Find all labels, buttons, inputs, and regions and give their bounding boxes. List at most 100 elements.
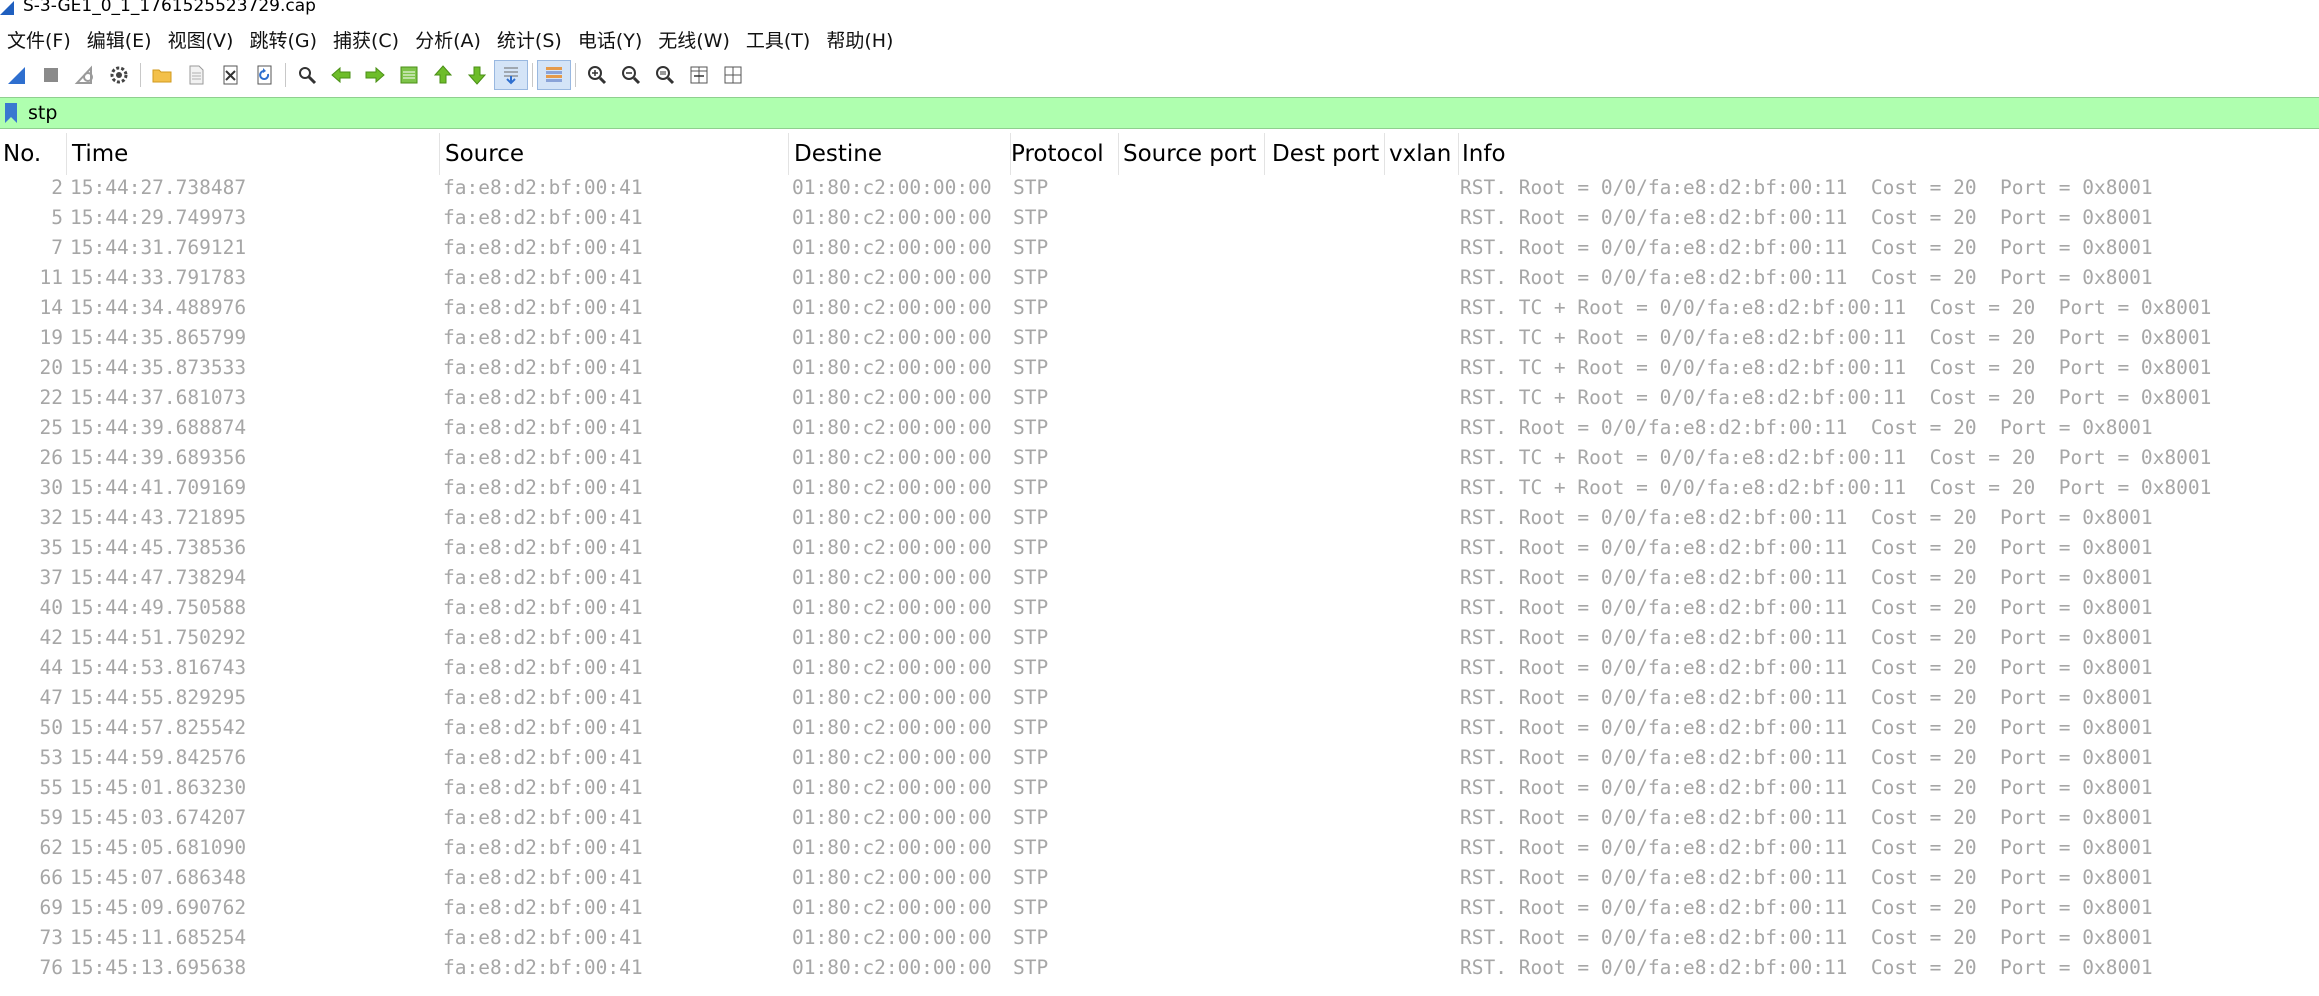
- column-header-no[interactable]: No.: [0, 133, 67, 175]
- go-back-arrow-icon[interactable]: [324, 60, 358, 90]
- packet-vxlan: [1385, 503, 1459, 533]
- menu-tools[interactable]: 工具(T): [738, 26, 818, 53]
- packet-row[interactable]: 66 15:45:07.686348 fa:e8:d2:bf:00:41 01:80:…: [0, 863, 2319, 893]
- packet-row[interactable]: 2 15:44:27.738487 fa:e8:d2:bf:00:41 01:80:c…: [0, 173, 2319, 203]
- packet-row[interactable]: 35 15:44:45.738536 fa:e8:d2:bf:00:41 01:80:…: [0, 533, 2319, 563]
- bookmark-icon[interactable]: [4, 102, 18, 124]
- packet-info: RST. Root = 0/0/fa:e8:d2:bf:00:11 Cost =…: [1460, 836, 2153, 859]
- colorize-icon[interactable]: [537, 60, 571, 90]
- packet-time: 15:44:27.738487: [70, 176, 247, 199]
- menu-analyze[interactable]: 分析(A): [407, 26, 489, 53]
- packet-protocol: STP: [1013, 626, 1049, 649]
- menu-telephony[interactable]: 电话(Y): [570, 26, 650, 53]
- menu-edit[interactable]: 编辑(E): [79, 26, 160, 53]
- packet-time: 15:44:53.816743: [70, 656, 247, 679]
- packet-destination: 01:80:c2:00:00:00: [792, 446, 992, 469]
- packet-row[interactable]: 11 15:44:33.791783 fa:e8:d2:bf:00:41 01:80:…: [0, 263, 2319, 293]
- packet-protocol: STP: [1013, 386, 1049, 409]
- menu-go[interactable]: 跳转(G): [241, 26, 325, 53]
- packet-row[interactable]: 5 15:44:29.749973 fa:e8:d2:bf:00:41 01:80:c…: [0, 203, 2319, 233]
- find-icon[interactable]: [290, 60, 324, 90]
- column-header-info[interactable]: Info: [1459, 133, 2319, 175]
- restart-icon[interactable]: [68, 60, 102, 90]
- menu-help[interactable]: 帮助(H): [818, 26, 901, 53]
- menu-view[interactable]: 视图(V): [160, 26, 242, 53]
- packet-protocol: STP: [1013, 836, 1049, 859]
- packet-row[interactable]: 62 15:45:05.681090 fa:e8:d2:bf:00:41 01:80:…: [0, 833, 2319, 863]
- column-header-protocol[interactable]: Protocol: [1011, 133, 1119, 175]
- packet-row[interactable]: 7 15:44:31.769121 fa:e8:d2:bf:00:41 01:80:c…: [0, 233, 2319, 263]
- packet-source: fa:e8:d2:bf:00:41: [443, 476, 643, 499]
- packet-row[interactable]: 73 15:45:11.685254 fa:e8:d2:bf:00:41 01:80:…: [0, 923, 2319, 953]
- first-packet-icon[interactable]: [426, 60, 460, 90]
- packet-source: fa:e8:d2:bf:00:41: [443, 746, 643, 769]
- go-forward-arrow-icon[interactable]: [358, 60, 392, 90]
- last-packet-icon[interactable]: [460, 60, 494, 90]
- autoscroll-icon[interactable]: [494, 60, 528, 90]
- packet-time: 15:44:57.825542: [70, 716, 247, 739]
- packet-info: RST. Root = 0/0/fa:e8:d2:bf:00:11 Cost =…: [1460, 596, 2153, 619]
- packet-protocol: STP: [1013, 296, 1049, 319]
- packet-row[interactable]: 44 15:44:53.816743 fa:e8:d2:bf:00:41 01:80:…: [0, 653, 2319, 683]
- open-folder-icon[interactable]: [145, 60, 179, 90]
- column-header-source[interactable]: Source: [440, 133, 789, 175]
- packet-row[interactable]: 20 15:44:35.873533 fa:e8:d2:bf:00:41 01:80:…: [0, 353, 2319, 383]
- menu-wireless[interactable]: 无线(W): [650, 26, 738, 53]
- packet-destination: 01:80:c2:00:00:00: [792, 536, 992, 559]
- normal-size-icon[interactable]: [648, 60, 682, 90]
- packet-info: RST. Root = 0/0/fa:e8:d2:bf:00:11 Cost =…: [1460, 686, 2153, 709]
- capture-options-gear-icon[interactable]: [102, 60, 136, 90]
- packet-row[interactable]: 19 15:44:35.865799 fa:e8:d2:bf:00:41 01:80:…: [0, 323, 2319, 353]
- packet-no: 32: [39, 506, 63, 529]
- close-file-icon[interactable]: [213, 60, 247, 90]
- file-icon[interactable]: [179, 60, 213, 90]
- packet-row[interactable]: 25 15:44:39.688874 fa:e8:d2:bf:00:41 01:80:…: [0, 413, 2319, 443]
- layout-icon[interactable]: [716, 60, 750, 90]
- packet-row[interactable]: 53 15:44:59.842576 fa:e8:d2:bf:00:41 01:80:…: [0, 743, 2319, 773]
- packet-row[interactable]: 14 15:44:34.488976 fa:e8:d2:bf:00:41 01:80:…: [0, 293, 2319, 323]
- packet-row[interactable]: 40 15:44:49.750588 fa:e8:d2:bf:00:41 01:80:…: [0, 593, 2319, 623]
- packet-dest-port: [1265, 833, 1385, 863]
- menu-statistics[interactable]: 统计(S): [489, 26, 570, 53]
- packet-source-port: [1119, 413, 1265, 443]
- zoom-in-icon[interactable]: [580, 60, 614, 90]
- column-header-time[interactable]: Time: [67, 133, 440, 175]
- packet-row[interactable]: 32 15:44:43.721895 fa:e8:d2:bf:00:41 01:80:…: [0, 503, 2319, 533]
- stop-icon[interactable]: [34, 60, 68, 90]
- packet-row[interactable]: 22 15:44:37.681073 fa:e8:d2:bf:00:41 01:80:…: [0, 383, 2319, 413]
- column-header-destination[interactable]: Destine: [789, 133, 1011, 175]
- packet-dest-port: [1265, 533, 1385, 563]
- reload-icon[interactable]: [247, 60, 281, 90]
- menu-bar: 文件(F) 编辑(E) 视图(V) 跳转(G) 捕获(C) 分析(A) 统计(S…: [0, 22, 2319, 56]
- packet-no: 69: [39, 896, 63, 919]
- column-header-vxlan[interactable]: vxlan: [1385, 133, 1459, 175]
- packet-row[interactable]: 47 15:44:55.829295 fa:e8:d2:bf:00:41 01:80:…: [0, 683, 2319, 713]
- packet-no: 47: [39, 686, 63, 709]
- zoom-out-icon[interactable]: [614, 60, 648, 90]
- menu-capture[interactable]: 捕获(C): [325, 26, 407, 53]
- packet-row[interactable]: 50 15:44:57.825542 fa:e8:d2:bf:00:41 01:80:…: [0, 713, 2319, 743]
- packet-destination: 01:80:c2:00:00:00: [792, 326, 992, 349]
- packet-source-port: [1119, 293, 1265, 323]
- packet-row[interactable]: 42 15:44:51.750292 fa:e8:d2:bf:00:41 01:80:…: [0, 623, 2319, 653]
- packet-row[interactable]: 69 15:45:09.690762 fa:e8:d2:bf:00:41 01:80:…: [0, 893, 2319, 923]
- packet-row[interactable]: 37 15:44:47.738294 fa:e8:d2:bf:00:41 01:80:…: [0, 563, 2319, 593]
- packet-row[interactable]: 76 15:45:13.695638 fa:e8:d2:bf:00:41 01:80:…: [0, 953, 2319, 983]
- packet-destination: 01:80:c2:00:00:00: [792, 566, 992, 589]
- go-to-packet-icon[interactable]: [392, 60, 426, 90]
- packet-protocol: STP: [1013, 536, 1049, 559]
- column-header-source-port[interactable]: Source port: [1119, 133, 1265, 175]
- packet-row[interactable]: 26 15:44:39.689356 fa:e8:d2:bf:00:41 01:80:…: [0, 443, 2319, 473]
- packet-row[interactable]: 55 15:45:01.863230 fa:e8:d2:bf:00:41 01:80:…: [0, 773, 2319, 803]
- column-header-dest-port[interactable]: Dest port: [1265, 133, 1385, 175]
- shark-fin-start-icon[interactable]: [0, 60, 34, 90]
- menu-file[interactable]: 文件(F): [0, 26, 79, 53]
- packet-row[interactable]: 30 15:44:41.709169 fa:e8:d2:bf:00:41 01:80:…: [0, 473, 2319, 503]
- packet-row[interactable]: 59 15:45:03.674207 fa:e8:d2:bf:00:41 01:80:…: [0, 803, 2319, 833]
- packet-destination: 01:80:c2:00:00:00: [792, 416, 992, 439]
- resize-columns-icon[interactable]: [682, 60, 716, 90]
- packet-no: 22: [39, 386, 63, 409]
- display-filter-input[interactable]: [24, 98, 2314, 128]
- packet-vxlan: [1385, 203, 1459, 233]
- packet-time: 15:44:35.873533: [70, 356, 247, 379]
